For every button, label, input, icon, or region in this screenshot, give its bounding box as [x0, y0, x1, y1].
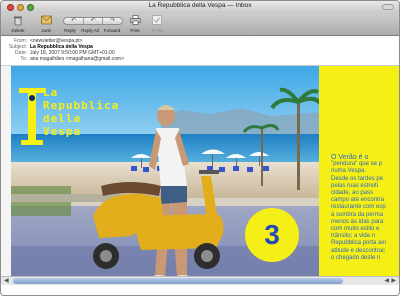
- article-line: Repubblica porta ain: [331, 240, 387, 247]
- printer-icon: [129, 14, 141, 26]
- junk-label: Junk: [41, 28, 51, 33]
- logo-line-4: Vespa: [43, 125, 82, 138]
- article-line: trânsito; a vida n: [331, 233, 376, 240]
- scrollbar-thumb[interactable]: [13, 278, 343, 284]
- message-body: La Repubblica della Vespa 3 O Verão é o "…: [1, 65, 399, 285]
- delete-button[interactable]: Delete: [7, 14, 29, 33]
- article-text: O Verão é o "pendura" que se p numa Vespa.…: [331, 154, 395, 262]
- article-line: campo até encontra: [331, 197, 385, 204]
- logo-wordmark: La Repubblica della Vespa: [43, 86, 163, 138]
- issue-number-badge: 3: [245, 208, 299, 262]
- reply-arrow-icon[interactable]: ↶: [64, 18, 84, 24]
- trash-icon: [12, 14, 24, 26]
- forward-label: Forward: [103, 28, 121, 33]
- logo-line-1: La: [43, 86, 59, 99]
- article-line: atitude e descontrac: [331, 247, 386, 254]
- article-line: cidade, ao pass: [331, 190, 374, 197]
- scroll-left-arrow-icon[interactable]: ◀: [4, 277, 9, 285]
- reply-all-label: Reply All: [81, 28, 99, 33]
- delete-label: Delete: [11, 28, 25, 33]
- to-label: To:: [20, 56, 27, 62]
- junk-button[interactable]: Junk: [35, 14, 57, 33]
- scroll-left-arrow-icon-2[interactable]: ◀: [384, 277, 389, 285]
- article-line: pelas ruas estreiti: [331, 182, 379, 189]
- toolbar: Delete Junk ↶ ↶ ↷ Reply Reply All Forwar…: [1, 13, 399, 36]
- todo-label: To Do: [151, 28, 163, 33]
- logo-line-3: della: [43, 112, 82, 125]
- article-line: o chegado deste n: [331, 254, 381, 261]
- window-title: La Repubblica della Vespa — Inbox: [148, 2, 252, 9]
- article-line: "pendura" que se p: [331, 161, 382, 168]
- article-line: restaurante com esp: [331, 204, 386, 211]
- reply-button[interactable]: Reply: [61, 26, 79, 33]
- article-line: O Verão é o: [331, 154, 369, 161]
- to-value[interactable]: ana magalhães <magalhana@gmail.com>: [30, 56, 124, 62]
- article-line: Desde os tardes pe: [331, 175, 384, 182]
- article-line: menos às idas para: [331, 218, 384, 225]
- todo-button[interactable]: To Do: [147, 14, 167, 33]
- article-line: numa Vespa.: [331, 168, 367, 175]
- reply-segmented-control: ↶ ↶ ↷: [63, 17, 123, 25]
- print-button[interactable]: Print: [125, 14, 145, 33]
- toolbar-toggle-button[interactable]: [382, 4, 394, 10]
- reply-all-arrow-icon[interactable]: ↶: [84, 18, 104, 24]
- horizontal-scrollbar[interactable]: ◀ ◀ ▶: [1, 276, 399, 285]
- todo-icon: [151, 14, 163, 26]
- reply-label: Reply: [64, 28, 76, 33]
- print-label: Print: [130, 28, 140, 33]
- article-line: à sombra da perma: [331, 211, 384, 218]
- message-headers: From: <newsletter@vespa.pt> Subject: La …: [1, 37, 399, 64]
- logo-line-2: Repubblica: [43, 99, 120, 112]
- title-bar: La Repubblica della Vespa — Inbox: [1, 1, 399, 13]
- forward-button[interactable]: Forward: [102, 26, 122, 33]
- reply-all-button[interactable]: Reply All: [79, 26, 101, 33]
- mail-window: La Repubblica della Vespa — Inbox Delete…: [0, 0, 400, 296]
- article-line: com muito estilo e: [331, 226, 380, 233]
- scroll-right-arrow-icon[interactable]: ▶: [391, 277, 396, 285]
- left-margin: [1, 66, 11, 285]
- junk-icon: [40, 14, 52, 26]
- forward-arrow-icon[interactable]: ↷: [103, 18, 122, 24]
